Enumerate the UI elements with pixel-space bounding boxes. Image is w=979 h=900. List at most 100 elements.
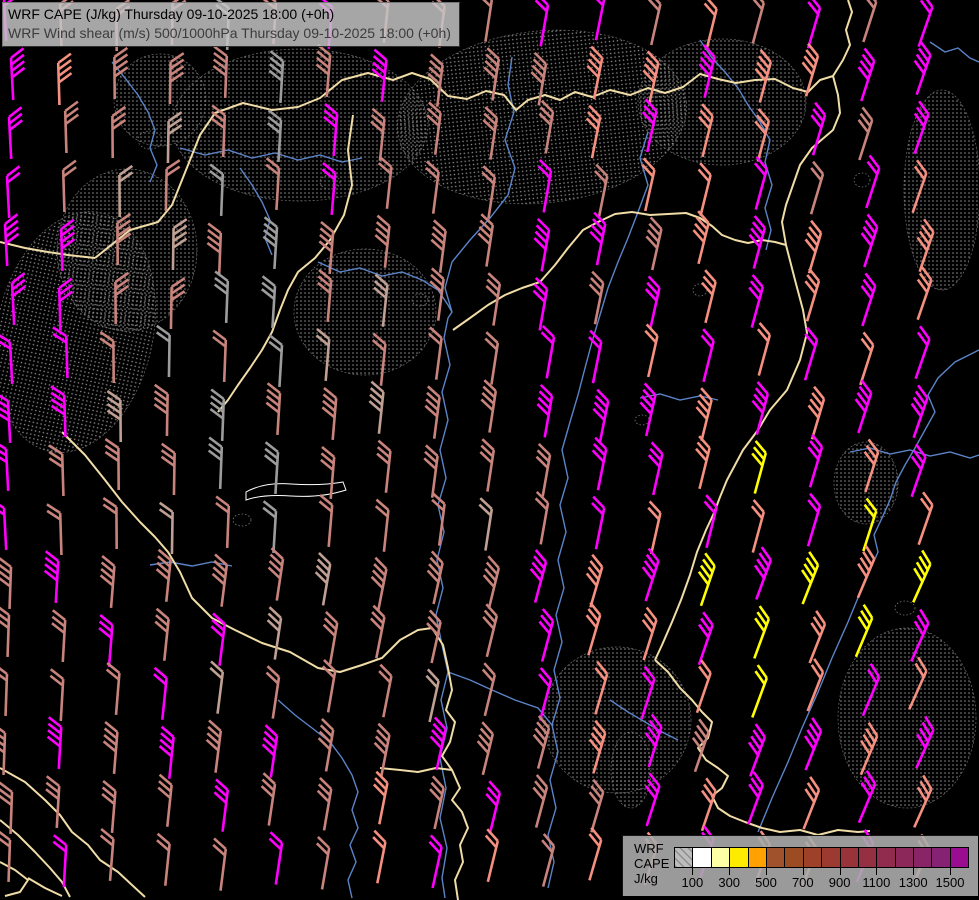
wind-barb (0, 440, 8, 492)
wind-barb (687, 612, 716, 664)
wind-barb (576, 603, 603, 656)
wind-barb (744, 547, 774, 599)
legend-box (674, 847, 693, 868)
wind-barb (474, 604, 499, 657)
wind-barb (264, 383, 280, 435)
legend-box (859, 847, 877, 868)
wind-barb (99, 781, 116, 833)
wind-barb (851, 0, 879, 42)
wind-barb (587, 390, 610, 443)
wind-barb (261, 217, 277, 269)
legend-box (896, 847, 914, 868)
wind-barb (50, 610, 66, 662)
wind-barb (530, 444, 552, 496)
legend-label-line2: CAPE (634, 856, 669, 871)
wind-barb (264, 548, 284, 600)
map-canvas (0, 0, 979, 900)
wind-barb (793, 328, 820, 381)
wind-barb (634, 383, 658, 436)
wind-barb (207, 438, 222, 489)
wind-barb (473, 0, 494, 42)
wind-barb (636, 324, 660, 377)
wind-barb (901, 385, 930, 437)
legend-tick (950, 868, 951, 875)
wind-barb (852, 214, 880, 267)
wind-barb (796, 0, 823, 48)
wind-barb (103, 663, 120, 715)
title-box: WRF CAPE (J/kg) Thursday 09-10-2025 18:0… (2, 2, 460, 47)
wind-barb (797, 221, 824, 274)
wind-barb (96, 615, 113, 667)
wind-barb (792, 777, 823, 829)
legend-tick-label: 100 (682, 875, 704, 890)
legend-tick-label: 300 (718, 875, 740, 890)
wind-barb (420, 835, 444, 888)
wind-barb (633, 548, 661, 601)
legend-box (951, 847, 969, 868)
wind-barb (9, 107, 25, 159)
wind-barb (11, 48, 27, 100)
weather-map: WRF CAPE (J/kg) Thursday 09-10-2025 18:0… (0, 0, 979, 900)
wind-barb (906, 492, 935, 544)
legend-box (749, 847, 767, 868)
wind-barb (686, 211, 711, 264)
legend-tick (729, 868, 730, 875)
wind-barb (479, 332, 500, 384)
wind-barb (798, 435, 825, 488)
wind-barb (583, 497, 606, 550)
wind-barb (0, 606, 9, 657)
wind-barb (638, 276, 662, 329)
wind-barb (365, 831, 388, 884)
wind-barb (320, 388, 337, 440)
wind-barb (740, 500, 766, 553)
wind-barb (262, 442, 278, 494)
wind-barb (260, 666, 280, 718)
wind-barb (746, 323, 772, 376)
wind-barb (156, 727, 174, 779)
wind-barb (101, 722, 118, 774)
wind-barb (49, 445, 64, 496)
wind-barb (534, 326, 556, 378)
wind-barb (639, 501, 663, 554)
legend-box (932, 847, 950, 868)
wind-barb (161, 444, 175, 495)
wind-barb (259, 276, 275, 328)
wind-barb (689, 553, 718, 605)
legend-box (693, 847, 711, 868)
wind-barb (846, 546, 878, 598)
wind-barb (262, 607, 282, 659)
wind-barb (313, 719, 334, 771)
legend-tick-label: 500 (755, 875, 777, 890)
wind-barb (903, 326, 932, 378)
legend-tick (913, 868, 914, 875)
wind-barb (103, 498, 116, 549)
legend-tick (766, 868, 767, 875)
wind-barb (899, 444, 928, 496)
wind-barb (475, 439, 496, 491)
wind-barb (740, 665, 770, 717)
wind-barb (901, 550, 934, 602)
wind-barb (371, 500, 389, 552)
wind-barb (97, 829, 114, 881)
wind-barb (641, 442, 665, 495)
wind-barb (694, 495, 719, 548)
wind-barb (48, 669, 64, 721)
wind-barb (316, 495, 333, 547)
wind-barb (850, 273, 878, 326)
wind-barb (366, 382, 384, 434)
wind-barb (739, 275, 765, 328)
wind-barb (640, 217, 664, 270)
wind-barb (796, 494, 823, 547)
wind-barb (364, 606, 387, 659)
wind-barb (159, 503, 173, 554)
wind-barb (419, 445, 438, 497)
wind-barb (417, 669, 441, 722)
wind-barb (687, 436, 712, 489)
wind-barb (311, 778, 332, 830)
wind-barb (582, 272, 605, 325)
wind-barb (848, 332, 876, 385)
wind-barb (906, 0, 935, 47)
wind-barb (740, 0, 766, 44)
legend-box (730, 847, 748, 868)
wind-barb (904, 42, 933, 94)
